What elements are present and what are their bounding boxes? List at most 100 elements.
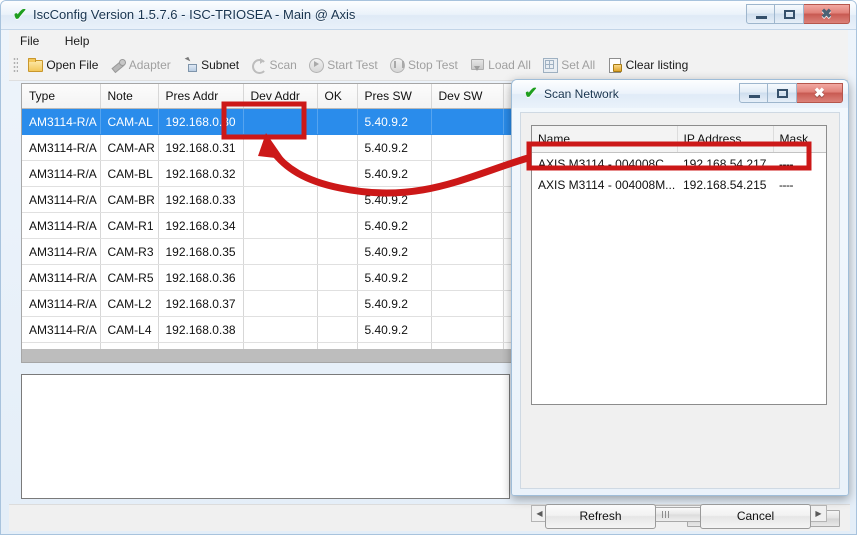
cancel-button[interactable]: Cancel [700,504,811,529]
cell-pres-addr[interactable]: 192.168.0.31 [158,134,244,161]
cell-pres-addr[interactable]: 192.168.0.37 [158,290,244,317]
scan-cell-ip-address[interactable]: 192.168.54.215 [677,174,773,195]
scan-list-row[interactable]: AXIS M3114 - 004008C... 192.168.54.217 ---… [532,153,826,175]
cell-note[interactable]: CAM-BR [100,186,159,213]
cell-type[interactable]: AM3114-R/A [22,160,101,187]
menu-item-help[interactable]: Help [54,30,101,52]
cell-pres-sw[interactable]: 5.40.9.2 [357,134,432,161]
cell-note[interactable]: CAM-AR [100,134,159,161]
column-header-dev-sw[interactable]: Dev SW [431,84,504,109]
cell-pres-sw[interactable]: 5.40.9.2 [357,264,432,291]
toolbar-stop-test-button[interactable]: Stop Test [386,54,463,75]
scrollbar-right-arrow-icon[interactable]: ▶ [811,506,826,521]
scan-cell-ip-address[interactable]: 192.168.54.217 [677,153,773,175]
cell-type[interactable]: AM3114-R/A [22,290,101,317]
toolbar-scan-button[interactable]: Scan [247,54,301,75]
scan-cell-name[interactable]: AXIS M3114 - 004008M... [532,174,677,195]
cell-pres-addr[interactable]: 192.168.0.36 [158,264,244,291]
cell-pres-sw[interactable]: 5.40.9.2 [357,316,432,343]
toolbar-open-file-button[interactable]: Open File [24,54,103,75]
device-grid[interactable]: Type Note Pres Addr Dev Addr OK Pres SW … [21,83,512,363]
cell-note[interactable]: CAM-L2 [100,290,159,317]
cell-ok[interactable] [317,212,358,239]
cell-dev-addr[interactable] [243,160,318,187]
minimize-button[interactable] [746,4,775,24]
cell-type[interactable]: AM3114-R/A [22,316,101,343]
cell-note[interactable]: CAM-AL [100,108,159,135]
cell-type[interactable]: AM3114-R/A [22,134,101,161]
cell-ok[interactable] [317,264,358,291]
toolbar-adapter-button[interactable]: Adapter [107,54,176,75]
maximize-button[interactable] [775,4,804,24]
device-grid-row[interactable]: AM3114-R/A CAM-BL 192.168.0.32 5.40.9.2 [22,160,511,187]
cell-ok[interactable] [317,290,358,317]
device-grid-row[interactable]: AM3114-R/A CAM-AR 192.168.0.31 5.40.9.2 [22,134,511,161]
cell-ok[interactable] [317,238,358,265]
toolbar-clear-listing-button[interactable]: Clear listing [604,54,694,75]
toolbar-grip[interactable] [13,56,18,73]
cell-note[interactable]: CAM-R3 [100,238,159,265]
device-grid-row[interactable]: AM3114-R/A CAM-R3 192.168.0.35 5.40.9.2 [22,238,511,265]
cell-dev-addr[interactable] [243,238,318,265]
cell-pres-addr[interactable]: 192.168.0.33 [158,186,244,213]
cell-dev-addr[interactable] [243,264,318,291]
scan-list-row[interactable]: AXIS M3114 - 004008M... 192.168.54.215 ---… [532,174,826,195]
cell-pres-addr[interactable]: 192.168.0.34 [158,212,244,239]
cell-dev-sw[interactable] [431,160,504,187]
dialog-minimize-button[interactable] [739,83,768,103]
dialog-maximize-button[interactable] [768,83,797,103]
toolbar-subnet-button[interactable]: Subnet [179,54,244,75]
cell-ok[interactable] [317,108,358,135]
cell-type[interactable]: AM3114-R/A [22,186,101,213]
cell-type[interactable]: AM3114-R/A [22,238,101,265]
cell-note[interactable]: CAM-BL [100,160,159,187]
column-header-dev-addr[interactable]: Dev Addr [243,84,318,109]
cell-note[interactable]: CAM-R5 [100,264,159,291]
cell-pres-addr[interactable]: 192.168.0.35 [158,238,244,265]
device-grid-row[interactable]: AM3114-R/A CAM-R5 192.168.0.36 5.40.9.2 [22,264,511,291]
device-grid-row[interactable]: AM3114-R/A CAM-R1 192.168.0.34 5.40.9.2 [22,212,511,239]
cell-dev-sw[interactable] [431,290,504,317]
column-header-pres-sw[interactable]: Pres SW [357,84,432,109]
cell-pres-addr[interactable]: 192.168.0.32 [158,160,244,187]
refresh-button[interactable]: Refresh [545,504,656,529]
device-grid-row[interactable]: AM3114-R/A CAM-L4 192.168.0.38 5.40.9.2 [22,316,511,343]
cell-dev-sw[interactable] [431,316,504,343]
cell-dev-sw[interactable] [431,238,504,265]
column-header-note[interactable]: Note [100,84,159,109]
scan-cell-mask[interactable]: ---- [773,174,826,195]
toolbar-set-all-button[interactable]: Set All [539,54,600,75]
cell-pres-sw[interactable]: 5.40.9.2 [357,290,432,317]
column-header-pres-addr[interactable]: Pres Addr [158,84,244,109]
toolbar-start-test-button[interactable]: Start Test [305,54,382,75]
cell-pres-addr[interactable]: 192.168.0.30 [158,108,244,135]
cell-type[interactable]: AM3114-R/A [22,264,101,291]
cell-note[interactable]: CAM-R1 [100,212,159,239]
cell-ok[interactable] [317,160,358,187]
cell-dev-sw[interactable] [431,212,504,239]
cell-dev-addr[interactable] [243,186,318,213]
scan-results-list[interactable]: Name IP Address Mask AXIS M3114 - 004008… [531,125,827,405]
cell-dev-sw[interactable] [431,134,504,161]
scan-cell-mask[interactable]: ---- [773,153,826,175]
cell-dev-sw[interactable] [431,108,504,135]
cell-pres-sw[interactable]: 5.40.9.2 [357,212,432,239]
dialog-close-button[interactable]: ✖ [797,83,843,103]
close-button[interactable]: ✖ [804,4,850,24]
cell-pres-sw[interactable]: 5.40.9.2 [357,186,432,213]
cell-pres-sw[interactable]: 5.40.9.2 [357,238,432,265]
cell-dev-sw[interactable] [431,264,504,291]
cell-ok[interactable] [317,134,358,161]
cell-dev-addr[interactable] [243,212,318,239]
scan-cell-name[interactable]: AXIS M3114 - 004008C... [532,153,677,175]
cell-ok[interactable] [317,186,358,213]
cell-pres-addr[interactable]: 192.168.0.38 [158,316,244,343]
toolbar-load-all-button[interactable]: Load All [466,54,536,75]
cell-dev-addr[interactable] [243,134,318,161]
cell-type[interactable]: AM3114-R/A [22,212,101,239]
log-output-box[interactable] [21,374,510,499]
device-grid-row[interactable]: AM3114-R/A CAM-AL 192.168.0.30 5.40.9.2 [22,108,511,135]
scan-column-header-ip[interactable]: IP Address [677,126,774,153]
column-header-ok[interactable]: OK [317,84,358,109]
cell-pres-sw[interactable]: 5.40.9.2 [357,160,432,187]
